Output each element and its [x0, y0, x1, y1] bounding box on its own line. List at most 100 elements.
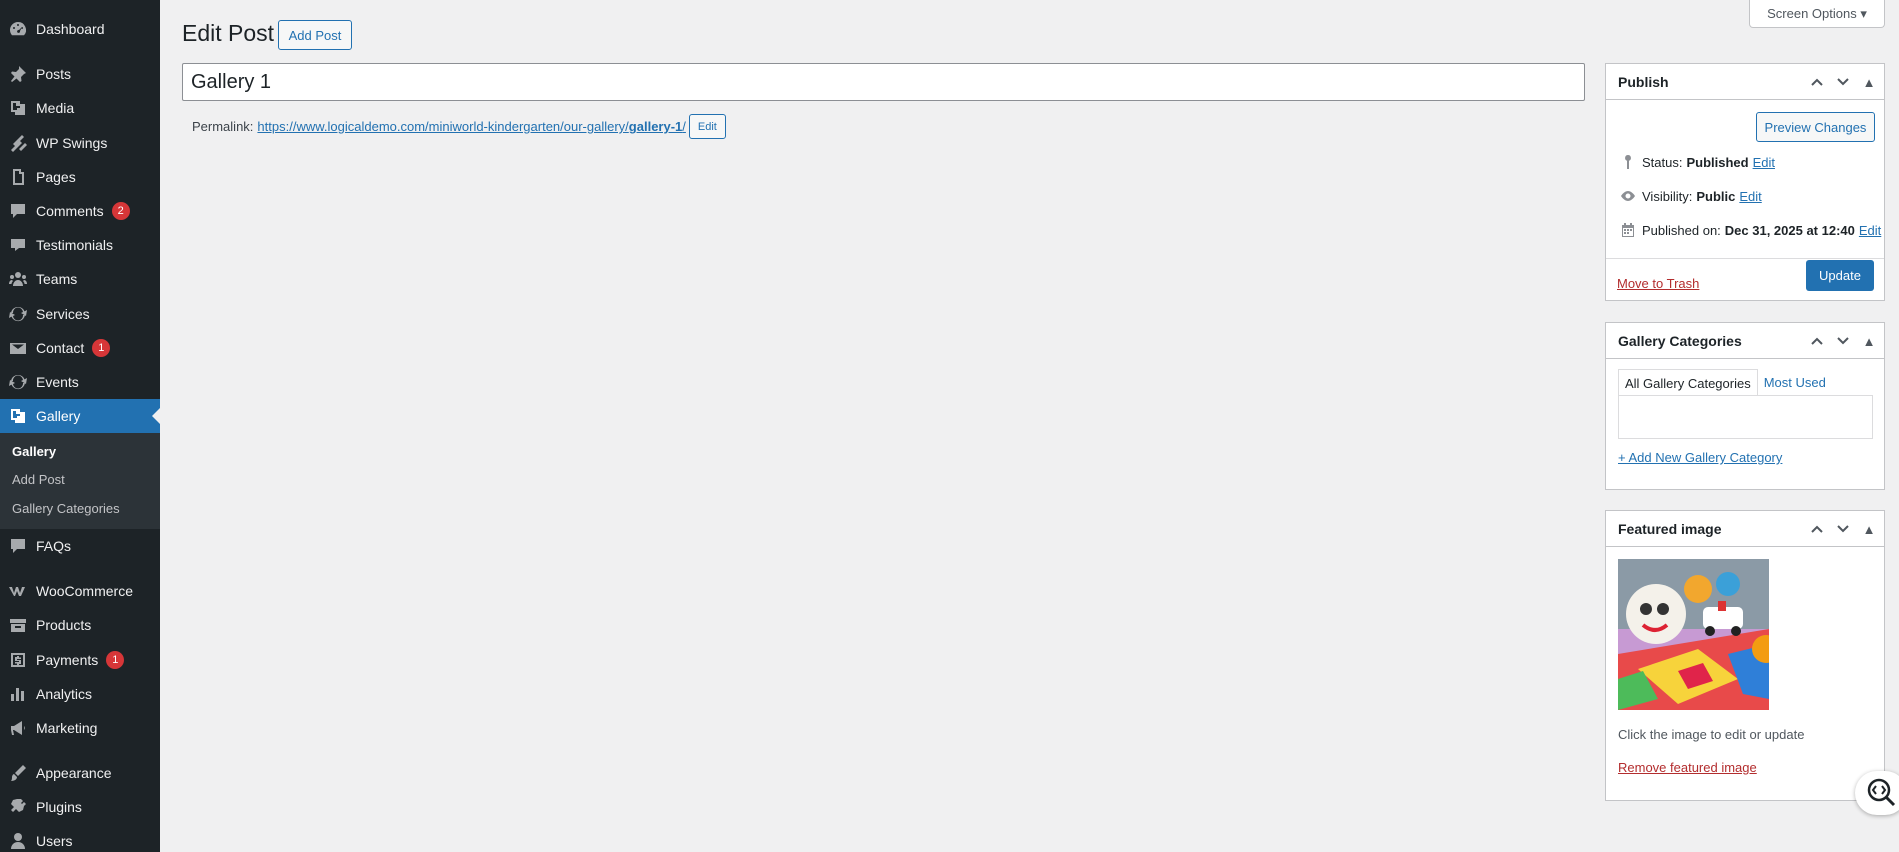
- menu-payments[interactable]: Payments 1: [0, 643, 160, 677]
- woocommerce-icon: [0, 581, 36, 601]
- publish-divider: [1606, 258, 1884, 259]
- pin-icon: [1618, 154, 1638, 170]
- menu-analytics[interactable]: Analytics: [0, 677, 160, 711]
- menu-dashboard[interactable]: Dashboard: [0, 12, 160, 46]
- update-button[interactable]: Update: [1806, 260, 1874, 291]
- menu-testimonials-label: Testimonials: [36, 237, 114, 253]
- submenu-add-post[interactable]: Add Post: [12, 472, 65, 487]
- categories-tabs: All Gallery Categories Most Used: [1618, 369, 1832, 396]
- menu-appearance[interactable]: Appearance: [0, 756, 160, 790]
- menu-dashboard-label: Dashboard: [36, 21, 105, 37]
- menu-pages-label: Pages: [36, 169, 76, 185]
- menu-events-label: Events: [36, 374, 79, 390]
- floating-search-button[interactable]: [1855, 771, 1899, 815]
- pages-icon: [0, 167, 36, 187]
- publish-heading: Publish: [1618, 73, 1669, 90]
- teams-icon: [0, 269, 36, 289]
- toggle-panel-icon[interactable]: ▲: [1858, 518, 1880, 540]
- add-new-category-link[interactable]: + Add New Gallery Category: [1618, 450, 1782, 465]
- menu-products[interactable]: Products: [0, 608, 160, 642]
- analytics-icon: [0, 684, 36, 704]
- menu-payments-label: Payments: [36, 652, 99, 668]
- menu-users[interactable]: Users: [0, 824, 160, 852]
- published-label: Published on:: [1642, 222, 1721, 238]
- permalink-edit-button[interactable]: Edit: [688, 114, 726, 139]
- menu-faqs-label: FAQs: [36, 538, 72, 554]
- menu-faqs[interactable]: FAQs: [0, 529, 160, 563]
- move-to-trash-link[interactable]: Move to Trash: [1617, 276, 1699, 291]
- categories-box-header: Gallery Categories ▲: [1606, 323, 1884, 359]
- move-up-icon[interactable]: [1806, 71, 1828, 93]
- published-on-row: Published on: Dec 31, 2025 at 12:40 Edit: [1618, 222, 1881, 238]
- menu-gallery[interactable]: Gallery: [0, 399, 160, 433]
- post-title-input[interactable]: Gallery 1: [182, 63, 1585, 101]
- services-icon: [0, 304, 36, 324]
- toggle-panel-icon[interactable]: ▲: [1858, 71, 1880, 93]
- menu-contact-label: Contact: [36, 340, 85, 356]
- add-post-button[interactable]: Add Post: [278, 20, 352, 50]
- menu-media[interactable]: Media: [0, 91, 160, 125]
- move-up-icon[interactable]: [1806, 330, 1828, 352]
- move-up-icon[interactable]: [1806, 518, 1828, 540]
- eye-icon: [1618, 188, 1638, 204]
- featured-box-header: Featured image ▲: [1606, 511, 1884, 547]
- pin-icon: [0, 64, 36, 84]
- tab-most-used[interactable]: Most Used: [1758, 369, 1832, 396]
- categories-list-panel: [1618, 395, 1873, 439]
- status-row: Status: Published Edit: [1618, 154, 1775, 170]
- menu-wp-swings-label: WP Swings: [36, 135, 108, 151]
- menu-comments-label: Comments: [36, 203, 104, 219]
- permalink-base: https://www.logicaldemo.com/miniworld-ki…: [257, 119, 629, 134]
- status-edit-link[interactable]: Edit: [1753, 155, 1775, 170]
- menu-woocommerce[interactable]: WooCommerce: [0, 574, 160, 608]
- menu-appearance-label: Appearance: [36, 765, 112, 781]
- toggle-panel-icon[interactable]: ▲: [1858, 330, 1880, 352]
- menu-plugins[interactable]: Plugins: [0, 790, 160, 824]
- featured-image-box: Featured image ▲ Click the image to edit…: [1605, 510, 1885, 801]
- move-down-icon[interactable]: [1832, 71, 1854, 93]
- menu-comments[interactable]: Comments 2: [0, 194, 160, 228]
- menu-services[interactable]: Services: [0, 297, 160, 331]
- menu-posts-label: Posts: [36, 66, 72, 82]
- menu-gallery-label: Gallery: [36, 408, 81, 424]
- visibility-edit-link[interactable]: Edit: [1739, 189, 1761, 204]
- testimonial-icon: [0, 235, 36, 255]
- products-icon: [0, 615, 36, 635]
- marketing-icon: [0, 718, 36, 738]
- dashboard-icon: [0, 19, 36, 39]
- menu-pages[interactable]: Pages: [0, 160, 160, 194]
- payments-icon: [0, 650, 36, 670]
- tab-all-categories[interactable]: All Gallery Categories: [1618, 369, 1758, 396]
- move-down-icon[interactable]: [1832, 518, 1854, 540]
- published-edit-link[interactable]: Edit: [1859, 223, 1881, 238]
- menu-posts[interactable]: Posts: [0, 57, 160, 91]
- submenu-gallery[interactable]: Gallery: [12, 444, 56, 459]
- menu-products-label: Products: [36, 617, 92, 633]
- gallery-icon: [0, 406, 36, 426]
- comments-icon: [0, 201, 36, 221]
- menu-testimonials[interactable]: Testimonials: [0, 228, 160, 262]
- move-down-icon[interactable]: [1832, 330, 1854, 352]
- submenu-gallery-categories[interactable]: Gallery Categories: [12, 501, 120, 516]
- events-icon: [0, 372, 36, 392]
- screen-options-button[interactable]: Screen Options ▾: [1749, 0, 1885, 28]
- media-icon: [0, 98, 36, 118]
- visibility-value: Public: [1696, 188, 1736, 204]
- page-title: Edit Post: [182, 20, 275, 46]
- remove-featured-image-link[interactable]: Remove featured image: [1618, 760, 1757, 775]
- published-value: Dec 31, 2025 at 12:40: [1724, 222, 1855, 238]
- gallery-submenu: Gallery Add Post Gallery Categories: [0, 433, 160, 529]
- permalink-link[interactable]: https://www.logicaldemo.com/miniworld-ki…: [257, 119, 685, 134]
- gallery-categories-box: Gallery Categories ▲ All Gallery Categor…: [1605, 322, 1885, 490]
- menu-analytics-label: Analytics: [36, 686, 93, 702]
- menu-contact[interactable]: Contact 1: [0, 331, 160, 365]
- preview-changes-button[interactable]: Preview Changes: [1756, 112, 1875, 142]
- menu-events[interactable]: Events: [0, 365, 160, 399]
- categories-heading: Gallery Categories: [1618, 332, 1742, 349]
- featured-image-thumbnail[interactable]: [1618, 559, 1769, 710]
- menu-teams[interactable]: Teams: [0, 262, 160, 296]
- permalink-slug: gallery-1: [628, 119, 683, 134]
- menu-wp-swings[interactable]: WP Swings: [0, 126, 160, 160]
- menu-marketing[interactable]: Marketing: [0, 711, 160, 745]
- status-label: Status:: [1642, 154, 1683, 170]
